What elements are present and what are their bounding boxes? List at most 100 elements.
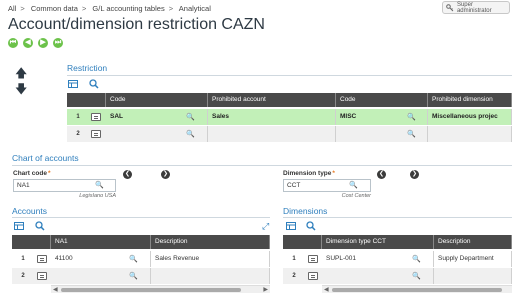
- chart-code-value: NA1: [17, 182, 30, 189]
- table-options-icon[interactable]: [14, 222, 24, 230]
- last-record-icon[interactable]: ⏭: [53, 38, 63, 48]
- next-dimension-icon[interactable]: ❯: [410, 170, 419, 179]
- table-row[interactable]: 2 🔍: [12, 268, 270, 284]
- column-header-code-2[interactable]: Code: [336, 93, 428, 107]
- search-icon[interactable]: [306, 221, 316, 231]
- row-number: 2: [292, 273, 296, 279]
- key-icon: [446, 3, 454, 11]
- column-header-prohibited-dimension[interactable]: Prohibited dimension: [428, 93, 512, 107]
- prohibited-account-cell[interactable]: [208, 126, 336, 142]
- column-header-account[interactable]: NA1: [51, 235, 151, 249]
- description-cell: Sales Revenue: [151, 251, 270, 267]
- breadcrumb-item-all[interactable]: All: [8, 4, 16, 13]
- column-header-description[interactable]: Description: [434, 235, 512, 249]
- lookup-icon[interactable]: 🔍: [412, 272, 421, 280]
- header-spacer: [283, 235, 322, 249]
- row-number: 1: [292, 256, 296, 262]
- required-asterisk: *: [47, 170, 51, 177]
- row-detail-icon[interactable]: [91, 130, 101, 138]
- dimension-type-label: Dimension type*: [283, 170, 335, 177]
- header-spacer: [67, 93, 106, 107]
- lookup-icon[interactable]: 🔍: [129, 255, 138, 263]
- section-divider: [67, 75, 512, 76]
- breadcrumb-item-analytical[interactable]: Analytical: [179, 4, 211, 13]
- prohibited-dimension-cell[interactable]: [428, 126, 512, 142]
- next-chart-icon[interactable]: ❯: [161, 170, 170, 179]
- breadcrumb-item-gl-accounting-tables[interactable]: G/L accounting tables: [92, 4, 164, 13]
- table-row[interactable]: 1 41100 🔍 Sales Revenue: [12, 251, 270, 267]
- row-number: 1: [76, 114, 80, 120]
- breadcrumb-separator: >: [20, 4, 25, 13]
- breadcrumb-item-common-data[interactable]: Common data: [31, 4, 78, 13]
- accounts-section-title: Accounts: [12, 206, 47, 216]
- horizontal-scrollbar[interactable]: ◀ ▶: [51, 285, 270, 293]
- horizontal-scrollbar[interactable]: ◀: [322, 285, 512, 293]
- dimension-type-description: Cost Center: [341, 193, 371, 199]
- row-detail-icon[interactable]: [308, 255, 318, 263]
- table-row[interactable]: 1 SAL 🔍 Sales MISC 🔍 Miscellaneous proje…: [67, 109, 512, 125]
- previous-dimension-icon[interactable]: ❮: [377, 170, 386, 179]
- dimension-type-label-text: Dimension type: [283, 170, 332, 177]
- search-icon[interactable]: [35, 221, 45, 231]
- prohibited-dimension-cell[interactable]: Miscellaneous projec: [428, 109, 512, 125]
- previous-chart-icon[interactable]: ❮: [123, 170, 132, 179]
- previous-record-icon[interactable]: ◀: [23, 38, 33, 48]
- table-row[interactable]: 1 SUPL-001 🔍 Supply Department: [283, 251, 512, 267]
- row-number: 2: [76, 131, 80, 137]
- lookup-icon[interactable]: 🔍: [349, 181, 358, 189]
- row-number: 2: [21, 273, 25, 279]
- header-spacer: [12, 235, 51, 249]
- column-header-dimension-type[interactable]: Dimension type CCT: [322, 235, 434, 249]
- search-icon[interactable]: [89, 79, 99, 89]
- scrollbar-thumb[interactable]: [332, 288, 502, 292]
- user-menu-button[interactable]: Super administrator: [442, 1, 510, 14]
- lookup-icon[interactable]: 🔍: [412, 255, 421, 263]
- lookup-icon[interactable]: 🔍: [129, 272, 138, 280]
- chart-code-label: Chart code*: [13, 170, 50, 177]
- move-down-icon[interactable]: 🡇: [15, 80, 27, 101]
- scroll-left-icon[interactable]: ◀: [324, 286, 329, 294]
- table-options-icon[interactable]: [68, 80, 78, 88]
- scroll-left-icon[interactable]: ◀: [53, 286, 58, 294]
- page-title: Account/dimension restriction CAZN: [8, 16, 265, 33]
- next-record-icon[interactable]: ▶: [38, 38, 48, 48]
- row-detail-icon[interactable]: [308, 272, 318, 280]
- scrollbar-thumb[interactable]: [61, 288, 241, 292]
- column-header-prohibited-account[interactable]: Prohibited account: [208, 93, 336, 107]
- dimensions-table-header: Dimension type CCT Description: [283, 235, 512, 249]
- section-divider: [283, 217, 512, 218]
- description-cell: [434, 268, 512, 284]
- row-detail-icon[interactable]: [91, 113, 101, 121]
- chart-of-accounts-section-title: Chart of accounts: [12, 153, 79, 163]
- row-number: 1: [21, 256, 25, 262]
- lookup-icon[interactable]: 🔍: [407, 130, 416, 138]
- required-asterisk: *: [332, 170, 335, 177]
- dimensions-section-title: Dimensions: [283, 206, 328, 216]
- column-header-code[interactable]: Code: [106, 93, 208, 107]
- table-options-icon[interactable]: [286, 222, 296, 230]
- table-row[interactable]: 2 🔍 🔍: [67, 126, 512, 142]
- section-divider: [12, 217, 270, 218]
- breadcrumb: All > Common data > G/L accounting tables >…: [8, 4, 211, 13]
- lookup-icon[interactable]: 🔍: [95, 181, 104, 189]
- lookup-icon[interactable]: 🔍: [407, 113, 416, 121]
- chart-code-description: LegisIano USA: [79, 193, 116, 199]
- table-row[interactable]: 2 🔍: [283, 268, 512, 284]
- restriction-section-title: Restriction: [67, 63, 108, 73]
- expand-icon[interactable]: ⤢: [262, 221, 269, 232]
- breadcrumb-separator: >: [81, 4, 87, 13]
- prohibited-account-cell[interactable]: Sales: [208, 109, 336, 125]
- column-header-description[interactable]: Description: [151, 235, 270, 249]
- row-detail-icon[interactable]: [37, 272, 47, 280]
- lookup-icon[interactable]: 🔍: [186, 113, 195, 121]
- row-detail-icon[interactable]: [37, 255, 47, 263]
- accounts-table-header: NA1 Description: [12, 235, 270, 249]
- section-divider: [12, 165, 512, 166]
- first-record-icon[interactable]: ⏮: [8, 38, 18, 48]
- dimension-type-value: CCT: [287, 182, 301, 189]
- restriction-table-header: Code Prohibited account Code Prohibited …: [67, 93, 512, 107]
- scroll-right-icon[interactable]: ▶: [263, 286, 268, 294]
- user-name: Super administrator: [456, 1, 492, 14]
- chart-code-label-text: Chart code: [13, 170, 47, 177]
- lookup-icon[interactable]: 🔍: [186, 130, 195, 138]
